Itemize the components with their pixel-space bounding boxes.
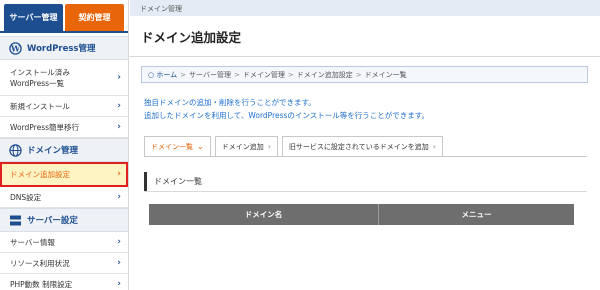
section-wordpress: W WordPress管理	[0, 36, 128, 60]
chevron-right-icon: ›	[117, 122, 121, 132]
description-line: 独自ドメインの追加・削除を行うことができます。	[144, 98, 316, 107]
section-title: WordPress管理	[27, 44, 96, 54]
chevron-right-icon: ›	[117, 279, 121, 289]
sidebar-item-resource-usage[interactable]: リソース利用状況 ›	[0, 253, 128, 274]
breadcrumb-server-management[interactable]: サーバー管理	[189, 70, 231, 80]
description-line: 追加したドメインを利用して、WordPressのインストール等を行うことができま…	[144, 111, 430, 120]
server-icon	[9, 214, 22, 227]
sidebar-item-dns-settings[interactable]: DNS設定 ›	[0, 187, 128, 208]
breadcrumb-separator: >	[180, 70, 187, 79]
sidebar-item-label: ドメイン追加設定	[10, 169, 70, 179]
sidebar-item-php-limit-settings[interactable]: PHP動数 制限設定 ›	[0, 274, 128, 290]
breadcrumb-separator: >	[355, 70, 362, 79]
chevron-down-icon: ⌄	[197, 142, 204, 151]
breadcrumb-home-icon: ○	[148, 70, 157, 79]
breadcrumb-home[interactable]: ホーム	[156, 70, 177, 80]
breadcrumb: ○ ホーム > サーバー管理 > ドメイン管理 > ドメイン追加設定 > ドメイ…	[141, 66, 588, 83]
svg-text:W: W	[10, 43, 21, 53]
globe-icon	[9, 143, 22, 157]
chevron-right-icon: ›	[267, 142, 271, 151]
chevron-right-icon: ›	[117, 192, 121, 202]
list-heading: ドメイン一覧	[144, 172, 587, 191]
chevron-right-icon: ›	[117, 72, 121, 82]
top-breadcrumb: ドメイン管理	[130, 0, 600, 16]
section-domain: ドメイン管理	[0, 138, 128, 162]
breadcrumb-domain-add-settings[interactable]: ドメイン追加設定	[297, 70, 353, 80]
wordpress-icon: W	[9, 41, 22, 55]
breadcrumb-domain-management[interactable]: ドメイン管理	[243, 70, 285, 80]
breadcrumb-domain-list: ドメイン一覧	[364, 70, 407, 79]
sidebar-item-label: 新規インストール	[10, 101, 70, 111]
tab-label: ドメイン一覧	[151, 142, 193, 151]
tab-label: 旧サービスに設定されているドメインを追加	[288, 142, 429, 151]
column-header-domain-name: ドメイン名	[149, 204, 379, 225]
tabs-divider	[144, 156, 587, 157]
sidebar-item-label: PHP動数 制限設定	[10, 279, 73, 289]
chevron-right-icon: ›	[117, 258, 121, 268]
list-heading-divider	[144, 191, 587, 192]
sidebar-item-installed-wordpress[interactable]: インストール済み WordPress一覧 ›	[0, 60, 128, 96]
chevron-right-icon: ›	[117, 169, 121, 179]
tab-add-legacy-domain[interactable]: 旧サービスに設定されているドメインを追加 ›	[281, 136, 443, 156]
sidebar-tabs: サーバー管理 契約管理	[0, 0, 128, 31]
page-tabs: ドメイン一覧 ⌄ ドメイン追加 › 旧サービスに設定されているドメインを追加 ›	[144, 136, 447, 156]
chevron-right-icon: ›	[432, 142, 436, 151]
chevron-right-icon: ›	[117, 237, 121, 247]
breadcrumb-separator: >	[233, 70, 240, 79]
tab-server-management[interactable]: サーバー管理	[4, 4, 63, 31]
page-title: ドメイン追加設定	[130, 16, 600, 57]
tab-label: ドメイン追加	[221, 142, 264, 151]
page-description: 独自ドメインの追加・削除を行うことができます。 追加したドメインを利用して、Wo…	[144, 96, 429, 122]
breadcrumb-separator: >	[287, 70, 294, 79]
column-header-menu: メニュー	[461, 210, 492, 219]
tabbar-divider	[0, 31, 128, 33]
sidebar-item-label: DNS設定	[10, 192, 42, 202]
sidebar-item-label: リソース利用状況	[10, 258, 70, 268]
section-server-settings: サーバー設定	[0, 208, 128, 232]
chevron-right-icon: ›	[117, 101, 121, 111]
sidebar-item-wordpress-migration[interactable]: WordPress簡単移行 ›	[0, 117, 128, 138]
sidebar-item-domain-add-settings[interactable]: ドメイン追加設定 ›	[0, 162, 128, 187]
main-content: ドメイン管理 ドメイン追加設定 ○ ホーム > サーバー管理 > ドメイン管理 …	[130, 0, 600, 290]
tab-domain-add[interactable]: ドメイン追加 ›	[214, 136, 278, 156]
sidebar-item-label: サーバー情報	[10, 237, 55, 247]
domain-table-header: ドメイン名 メニュー	[149, 204, 574, 225]
tab-domain-list[interactable]: ドメイン一覧 ⌄	[144, 136, 211, 156]
sidebar-item-server-info[interactable]: サーバー情報 ›	[0, 232, 128, 253]
sidebar-item-label: インストール済み WordPress一覧	[10, 67, 70, 88]
sidebar-item-new-install[interactable]: 新規インストール ›	[0, 96, 128, 117]
sidebar-item-label: WordPress簡単移行	[10, 122, 80, 132]
tab-contract-management[interactable]: 契約管理	[65, 4, 124, 31]
sidebar: サーバー管理 契約管理 W WordPress管理 インストール済み WordP…	[0, 0, 129, 290]
section-title: ドメイン管理	[27, 146, 79, 156]
section-title: サーバー設定	[27, 216, 78, 226]
